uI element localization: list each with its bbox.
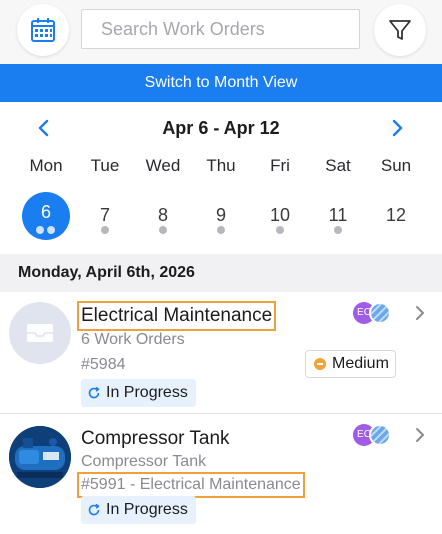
- event-dot: [159, 226, 167, 234]
- weekday-label: Wed: [145, 156, 181, 175]
- date-row: 6 7 8 9 10 11 12: [0, 192, 442, 242]
- switch-month-view-label: Switch to Month View: [144, 74, 298, 91]
- day-section-header: Monday, April 6th, 2026: [0, 254, 442, 292]
- weekday-label: Mon: [29, 156, 63, 175]
- event-dot: [276, 226, 284, 234]
- priority-badge: Medium: [305, 350, 396, 378]
- weekday-label: Sun: [380, 156, 412, 175]
- compressor-image: [9, 426, 71, 488]
- event-dot: [47, 226, 55, 234]
- work-order-thumbnail: [9, 426, 71, 488]
- work-order-number: #5991 - Electrical Maintenance: [77, 472, 305, 498]
- filter-icon: [389, 20, 411, 40]
- date-cell[interactable]: 8: [139, 192, 187, 240]
- work-order-thumbnail: [9, 302, 71, 364]
- date-cell[interactable]: 12: [372, 192, 420, 240]
- date-cell[interactable]: 11: [314, 192, 362, 240]
- work-order-title: Electrical Maintenance: [76, 301, 277, 331]
- event-dot: [101, 226, 109, 234]
- week-header: Apr 6 - Apr 12: [0, 102, 442, 154]
- week-range: Apr 6 - Apr 12: [162, 118, 280, 138]
- status-label: In Progress: [106, 384, 188, 401]
- weekday-label: Tue: [90, 156, 120, 175]
- work-order-number: #5984: [81, 356, 126, 373]
- date-number: 12: [385, 205, 407, 225]
- assignee-avatars: EC: [353, 424, 395, 446]
- top-bar: [0, 0, 442, 64]
- event-dot: [334, 226, 342, 234]
- event-dot: [217, 226, 225, 234]
- calendar-icon: [31, 18, 55, 42]
- avatar: [369, 424, 391, 446]
- status-badge: In Progress: [81, 379, 196, 407]
- date-cell-selected[interactable]: 6: [22, 192, 70, 240]
- calendar-button[interactable]: [17, 4, 69, 56]
- date-cell[interactable]: 10: [256, 192, 304, 240]
- priority-label: Medium: [332, 355, 389, 372]
- status-label: In Progress: [106, 501, 188, 518]
- status-badge: In Progress: [81, 496, 196, 524]
- event-dot: [36, 226, 44, 234]
- work-order-row[interactable]: Electrical Maintenance 6 Work Orders #59…: [0, 292, 442, 414]
- chevron-right-icon: [416, 428, 424, 442]
- filter-button[interactable]: [374, 4, 426, 56]
- refresh-icon: [88, 386, 100, 399]
- inbox-icon: [27, 324, 53, 342]
- date-cell[interactable]: 9: [197, 192, 245, 240]
- refresh-icon: [88, 503, 100, 516]
- work-order-title: Compressor Tank: [81, 428, 230, 449]
- weekday-label: Thu: [206, 156, 236, 175]
- date-cell[interactable]: 7: [81, 192, 129, 240]
- weekday-row: Mon Tue Wed Thu Fri Sat Sun: [0, 156, 442, 180]
- switch-month-view-button[interactable]: Switch to Month View: [0, 64, 442, 102]
- avatar: [369, 302, 391, 324]
- weekday-label: Fri: [270, 156, 290, 175]
- chevron-right-icon: [416, 306, 424, 320]
- work-order-row[interactable]: Compressor Tank Compressor Tank #5991 - …: [0, 414, 442, 534]
- work-order-subtitle: 6 Work Orders: [81, 331, 185, 348]
- work-order-subtitle: Compressor Tank: [81, 453, 207, 470]
- next-week-button[interactable]: [385, 116, 409, 140]
- date-number: 6: [40, 202, 51, 222]
- weekday-label: Sat: [325, 156, 351, 175]
- priority-icon: [314, 358, 326, 370]
- search-input[interactable]: [82, 10, 359, 48]
- assignee-avatars: EC: [353, 302, 395, 324]
- chevron-right-icon: [392, 119, 403, 137]
- search-field[interactable]: [81, 9, 360, 49]
